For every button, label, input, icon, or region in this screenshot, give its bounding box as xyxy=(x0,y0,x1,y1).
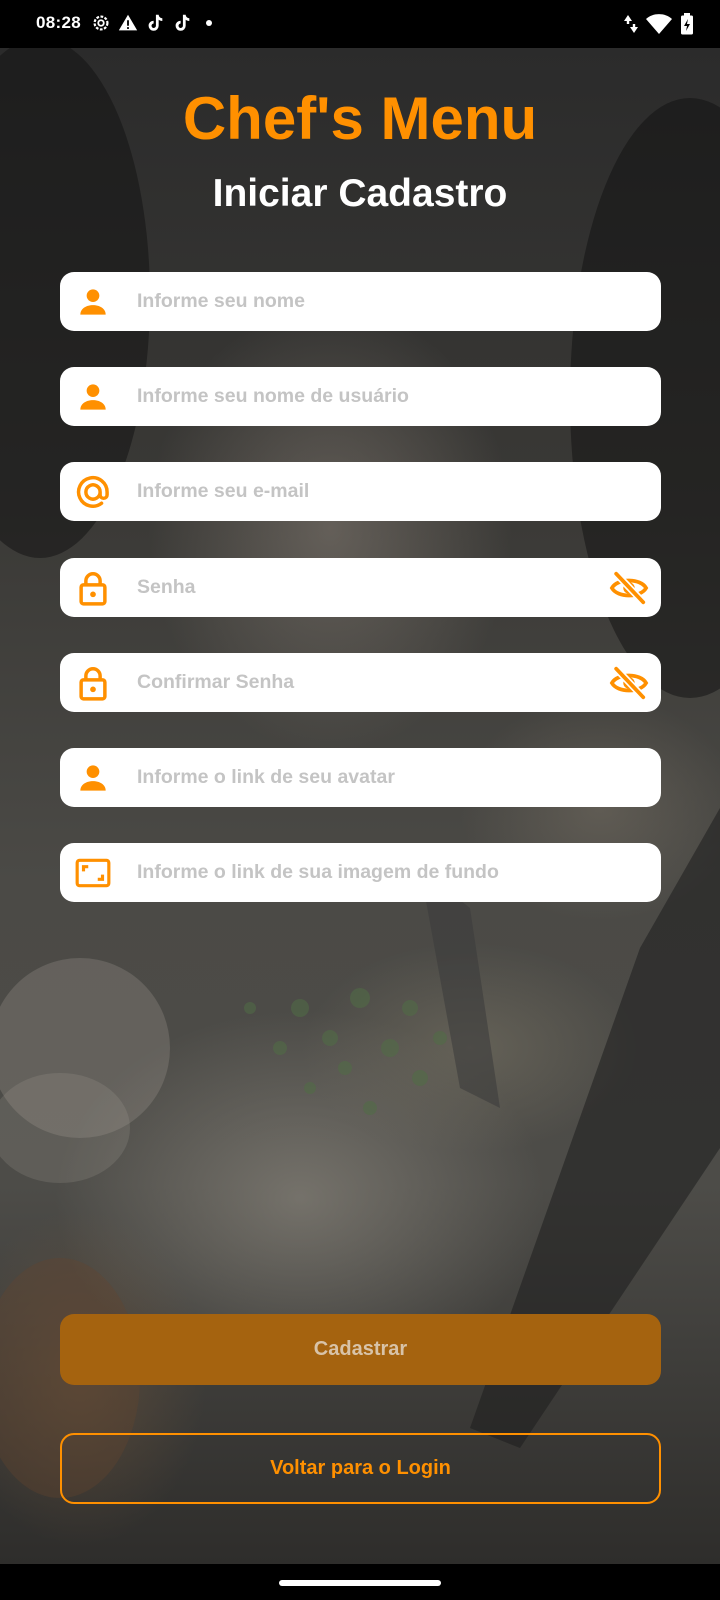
background-link-field[interactable]: Informe o link de sua imagem de fundo xyxy=(60,843,661,902)
status-time: 08:28 xyxy=(36,13,81,32)
data-arrows-icon xyxy=(624,15,638,33)
person-icon xyxy=(74,378,112,416)
status-right-icons xyxy=(624,13,694,35)
wifi-icon xyxy=(646,14,672,34)
lock-icon xyxy=(74,664,112,702)
battery-charging-icon xyxy=(681,13,693,35)
app-title: Chef's Menu xyxy=(182,85,538,152)
status-left-icons xyxy=(90,12,212,34)
warning-icon xyxy=(118,14,138,31)
page-title: Iniciar Cadastro xyxy=(212,172,508,215)
aspect-ratio-icon xyxy=(74,854,112,892)
person-icon xyxy=(74,759,112,797)
tiktok-icon xyxy=(148,14,163,31)
password-field-placeholder: Senha xyxy=(137,576,196,598)
username-field-placeholder: Informe seu nome de usuário xyxy=(137,385,409,407)
register-screen: 08:28 Chef's Menu Iniciar Cadastro Infor… xyxy=(0,0,720,1600)
lock-icon xyxy=(74,569,112,607)
at-sign-icon xyxy=(74,473,112,511)
eye-off-icon[interactable] xyxy=(609,570,649,606)
notification-dot xyxy=(206,20,212,26)
name-field[interactable]: Informe seu nome xyxy=(60,272,661,331)
settings-gear-icon xyxy=(93,15,109,31)
status-bar: 08:28 xyxy=(0,0,720,48)
home-indicator[interactable] xyxy=(279,1580,441,1586)
eye-off-icon[interactable] xyxy=(609,665,649,701)
email-field-placeholder: Informe seu e-mail xyxy=(137,480,310,502)
confirm-password-field[interactable]: Confirmar Senha xyxy=(60,653,661,712)
password-field[interactable]: Senha xyxy=(60,558,661,617)
background-link-field-placeholder: Informe o link de sua imagem de fundo xyxy=(137,861,499,883)
name-field-placeholder: Informe seu nome xyxy=(137,290,305,312)
avatar-link-field-placeholder: Informe o link de seu avatar xyxy=(137,766,395,788)
register-button[interactable]: Cadastrar xyxy=(60,1314,661,1385)
avatar-link-field[interactable]: Informe o link de seu avatar xyxy=(60,748,661,807)
confirm-password-field-placeholder: Confirmar Senha xyxy=(137,671,295,693)
person-icon xyxy=(74,283,112,321)
back-to-login-button[interactable]: Voltar para o Login xyxy=(60,1433,661,1504)
username-field[interactable]: Informe seu nome de usuário xyxy=(60,367,661,426)
tiktok-icon xyxy=(175,14,190,31)
email-field[interactable]: Informe seu e-mail xyxy=(60,462,661,521)
